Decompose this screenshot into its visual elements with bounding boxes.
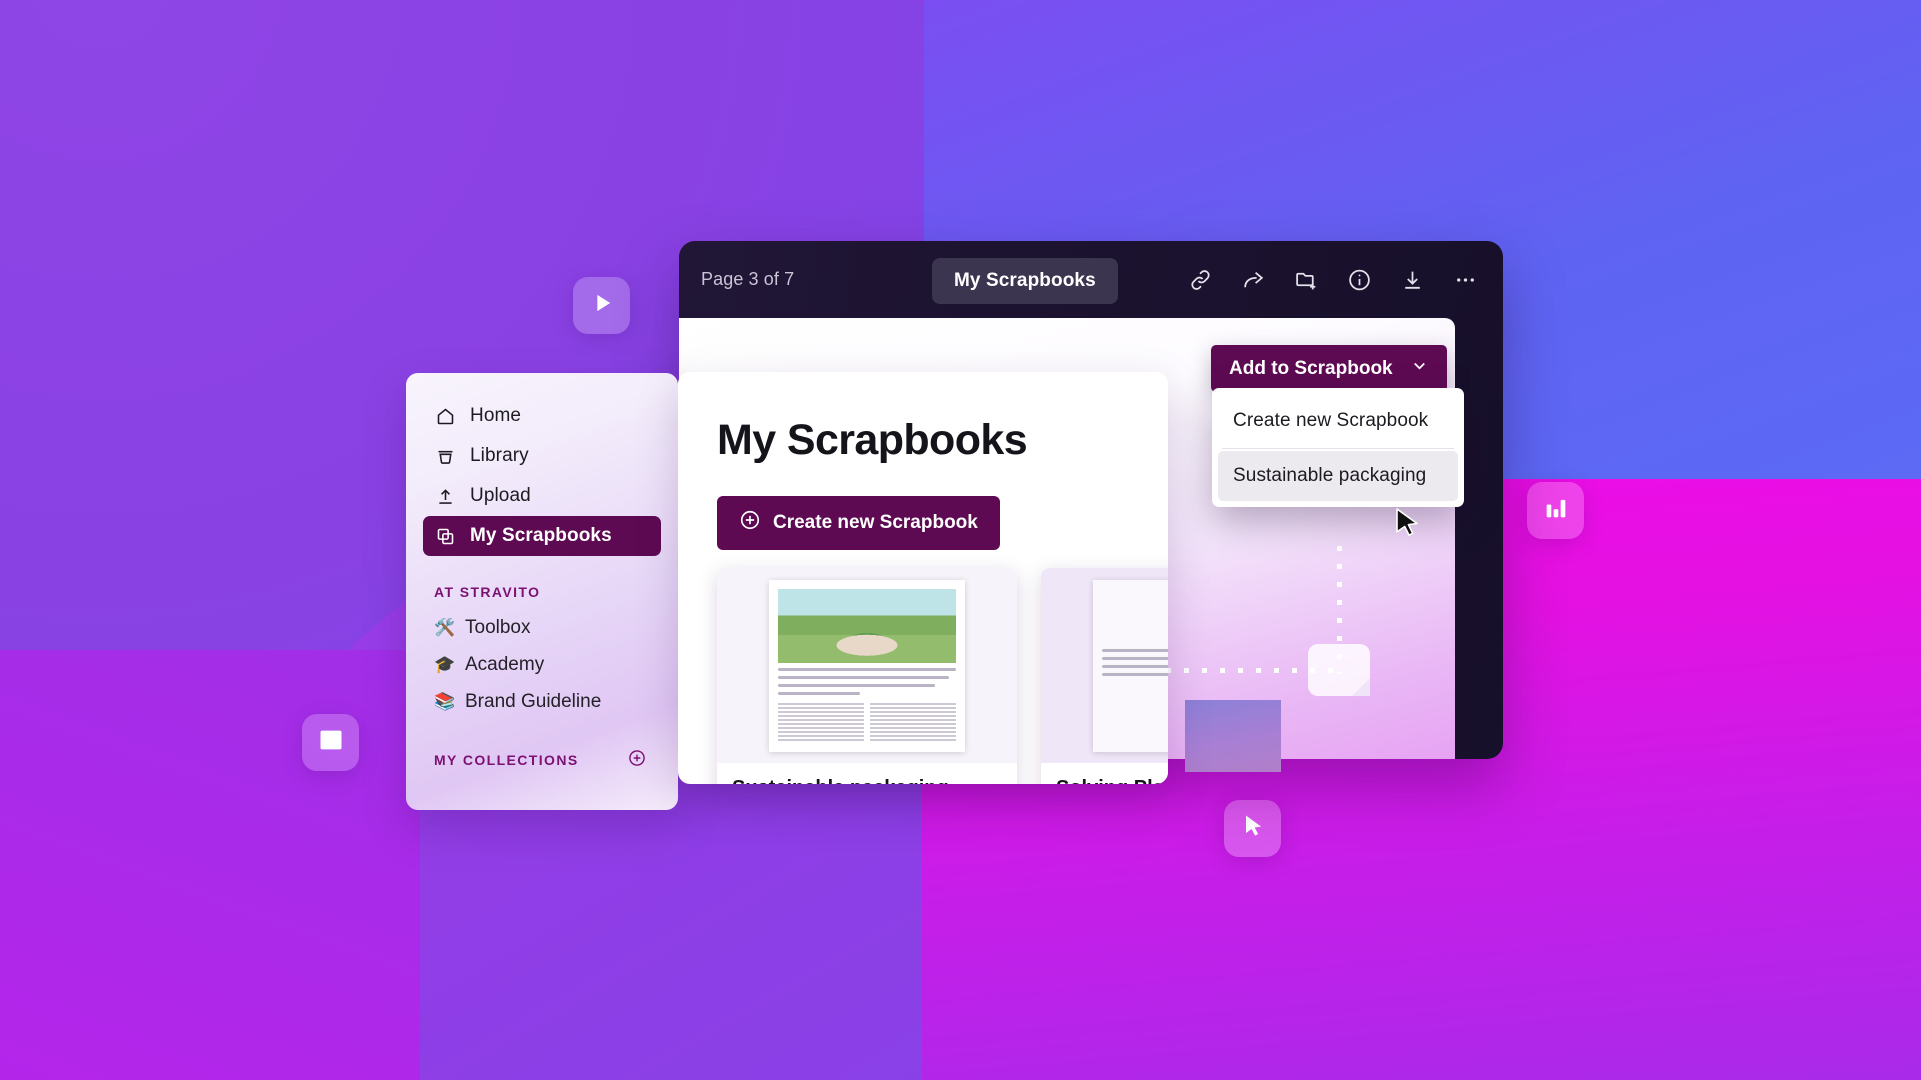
- add-to-scrapbook-dropdown: Create new Scrapbook Sustainable packagi…: [1212, 388, 1464, 507]
- background-lower-left-panel: [0, 650, 420, 1080]
- add-to-scrapbook-label: Add to Scrapbook: [1229, 357, 1393, 379]
- sidebar-label-toolbox: Toolbox: [465, 616, 531, 638]
- sidebar-label-academy: Academy: [465, 653, 545, 675]
- cursor-icon: [1239, 812, 1267, 845]
- dragged-page-chip[interactable]: [1308, 644, 1370, 696]
- scrapbook-card-meta: Solving Pla: [1041, 763, 1168, 784]
- upload-icon: [434, 485, 456, 507]
- create-new-scrapbook-button[interactable]: Create new Scrapbook: [717, 496, 1000, 550]
- scrapbooks-icon: [434, 525, 456, 547]
- document-preview: [1093, 579, 1168, 752]
- library-icon: [434, 445, 456, 467]
- sidebar-item-home[interactable]: Home: [423, 396, 661, 436]
- document-preview: [769, 579, 965, 752]
- sidebar: Home Library Upload My Scrapbooks AT STR…: [406, 373, 678, 810]
- plus-circle-icon: [739, 509, 761, 537]
- document-hero-image: [778, 588, 956, 663]
- sidebar-label-home: Home: [470, 405, 522, 426]
- play-icon: [588, 289, 616, 322]
- academy-icon: 🎓: [434, 654, 456, 674]
- sidebar-label-library: Library: [470, 445, 529, 466]
- create-button-label: Create new Scrapbook: [773, 512, 978, 533]
- sidebar-item-academy[interactable]: 🎓 Academy: [423, 646, 661, 683]
- home-icon: [434, 405, 456, 427]
- dropdown-item-create-new-scrapbook[interactable]: Create new Scrapbook: [1212, 396, 1464, 446]
- dropdown-separator: [1222, 448, 1454, 449]
- image-icon: [317, 726, 345, 759]
- section-heading-at-stravito: AT STRAVITO: [434, 584, 541, 600]
- scrapbook-thumbnail: [717, 568, 1017, 763]
- viewer-toolbar: Page 3 of 7 My Scrapbooks: [679, 241, 1503, 318]
- sidebar-item-library[interactable]: Library: [423, 436, 661, 476]
- add-to-scrapbook-button[interactable]: Add to Scrapbook: [1211, 345, 1447, 392]
- chart-badge[interactable]: [1527, 482, 1584, 539]
- page-indicator: Page 3 of 7: [701, 269, 795, 289]
- sidebar-section-at-stravito: AT STRAVITO: [434, 584, 661, 600]
- more-icon[interactable]: [1452, 266, 1479, 293]
- link-icon[interactable]: [1187, 266, 1214, 293]
- sidebar-item-my-scrapbooks[interactable]: My Scrapbooks: [423, 516, 661, 556]
- download-icon[interactable]: [1399, 266, 1426, 293]
- document-body-columns: [778, 702, 956, 741]
- sidebar-item-toolbox[interactable]: 🛠️ Toolbox: [423, 609, 661, 646]
- sidebar-label-upload: Upload: [470, 485, 531, 506]
- info-icon[interactable]: [1346, 266, 1373, 293]
- section-heading-my-collections: MY COLLECTIONS: [434, 751, 579, 768]
- scrapbook-card[interactable]: Solving Pla: [1041, 568, 1168, 784]
- page-title: My Scrapbooks: [717, 416, 1028, 464]
- sidebar-item-upload[interactable]: Upload: [423, 476, 661, 516]
- scrapbook-thumbnail: [1041, 568, 1168, 763]
- brand-guideline-icon: 📚: [434, 691, 456, 711]
- toolbar-icon-group: [1187, 266, 1479, 293]
- sidebar-item-brand-guideline[interactable]: 📚 Brand Guideline: [423, 683, 661, 720]
- main-content-panel: My Scrapbooks Create new Scrapbook: [678, 372, 1168, 784]
- image-badge[interactable]: [302, 714, 359, 771]
- play-badge[interactable]: [573, 277, 630, 334]
- share-icon[interactable]: [1240, 266, 1267, 293]
- bar-chart-icon: [1542, 494, 1570, 527]
- scrapbook-card-meta: Sustainable packaging 3 pages · By Leyan…: [717, 763, 1017, 784]
- tab-my-scrapbooks[interactable]: My Scrapbooks: [932, 258, 1118, 304]
- plus-circle-icon[interactable]: [627, 748, 647, 771]
- chevron-down-icon: [1410, 356, 1429, 381]
- toolbox-icon: 🛠️: [434, 617, 456, 637]
- scrapbook-card-title: Sustainable packaging: [732, 777, 1002, 784]
- sidebar-label-my-scrapbooks: My Scrapbooks: [470, 525, 612, 546]
- dropdown-item-sustainable-packaging[interactable]: Sustainable packaging: [1218, 451, 1458, 501]
- cursor-badge[interactable]: [1224, 800, 1281, 857]
- sidebar-label-brand-guideline: Brand Guideline: [465, 690, 602, 712]
- scrapbook-card[interactable]: Sustainable packaging 3 pages · By Leyan…: [717, 568, 1017, 784]
- mouse-cursor: [1395, 508, 1421, 540]
- viewer-mini-photo: [1185, 700, 1281, 772]
- folder-plus-icon[interactable]: [1293, 266, 1320, 293]
- scrapbook-card-list: Sustainable packaging 3 pages · By Leyan…: [717, 568, 1168, 784]
- scrapbook-card-title: Solving Pla: [1056, 777, 1168, 784]
- sidebar-section-my-collections: MY COLLECTIONS: [434, 748, 661, 771]
